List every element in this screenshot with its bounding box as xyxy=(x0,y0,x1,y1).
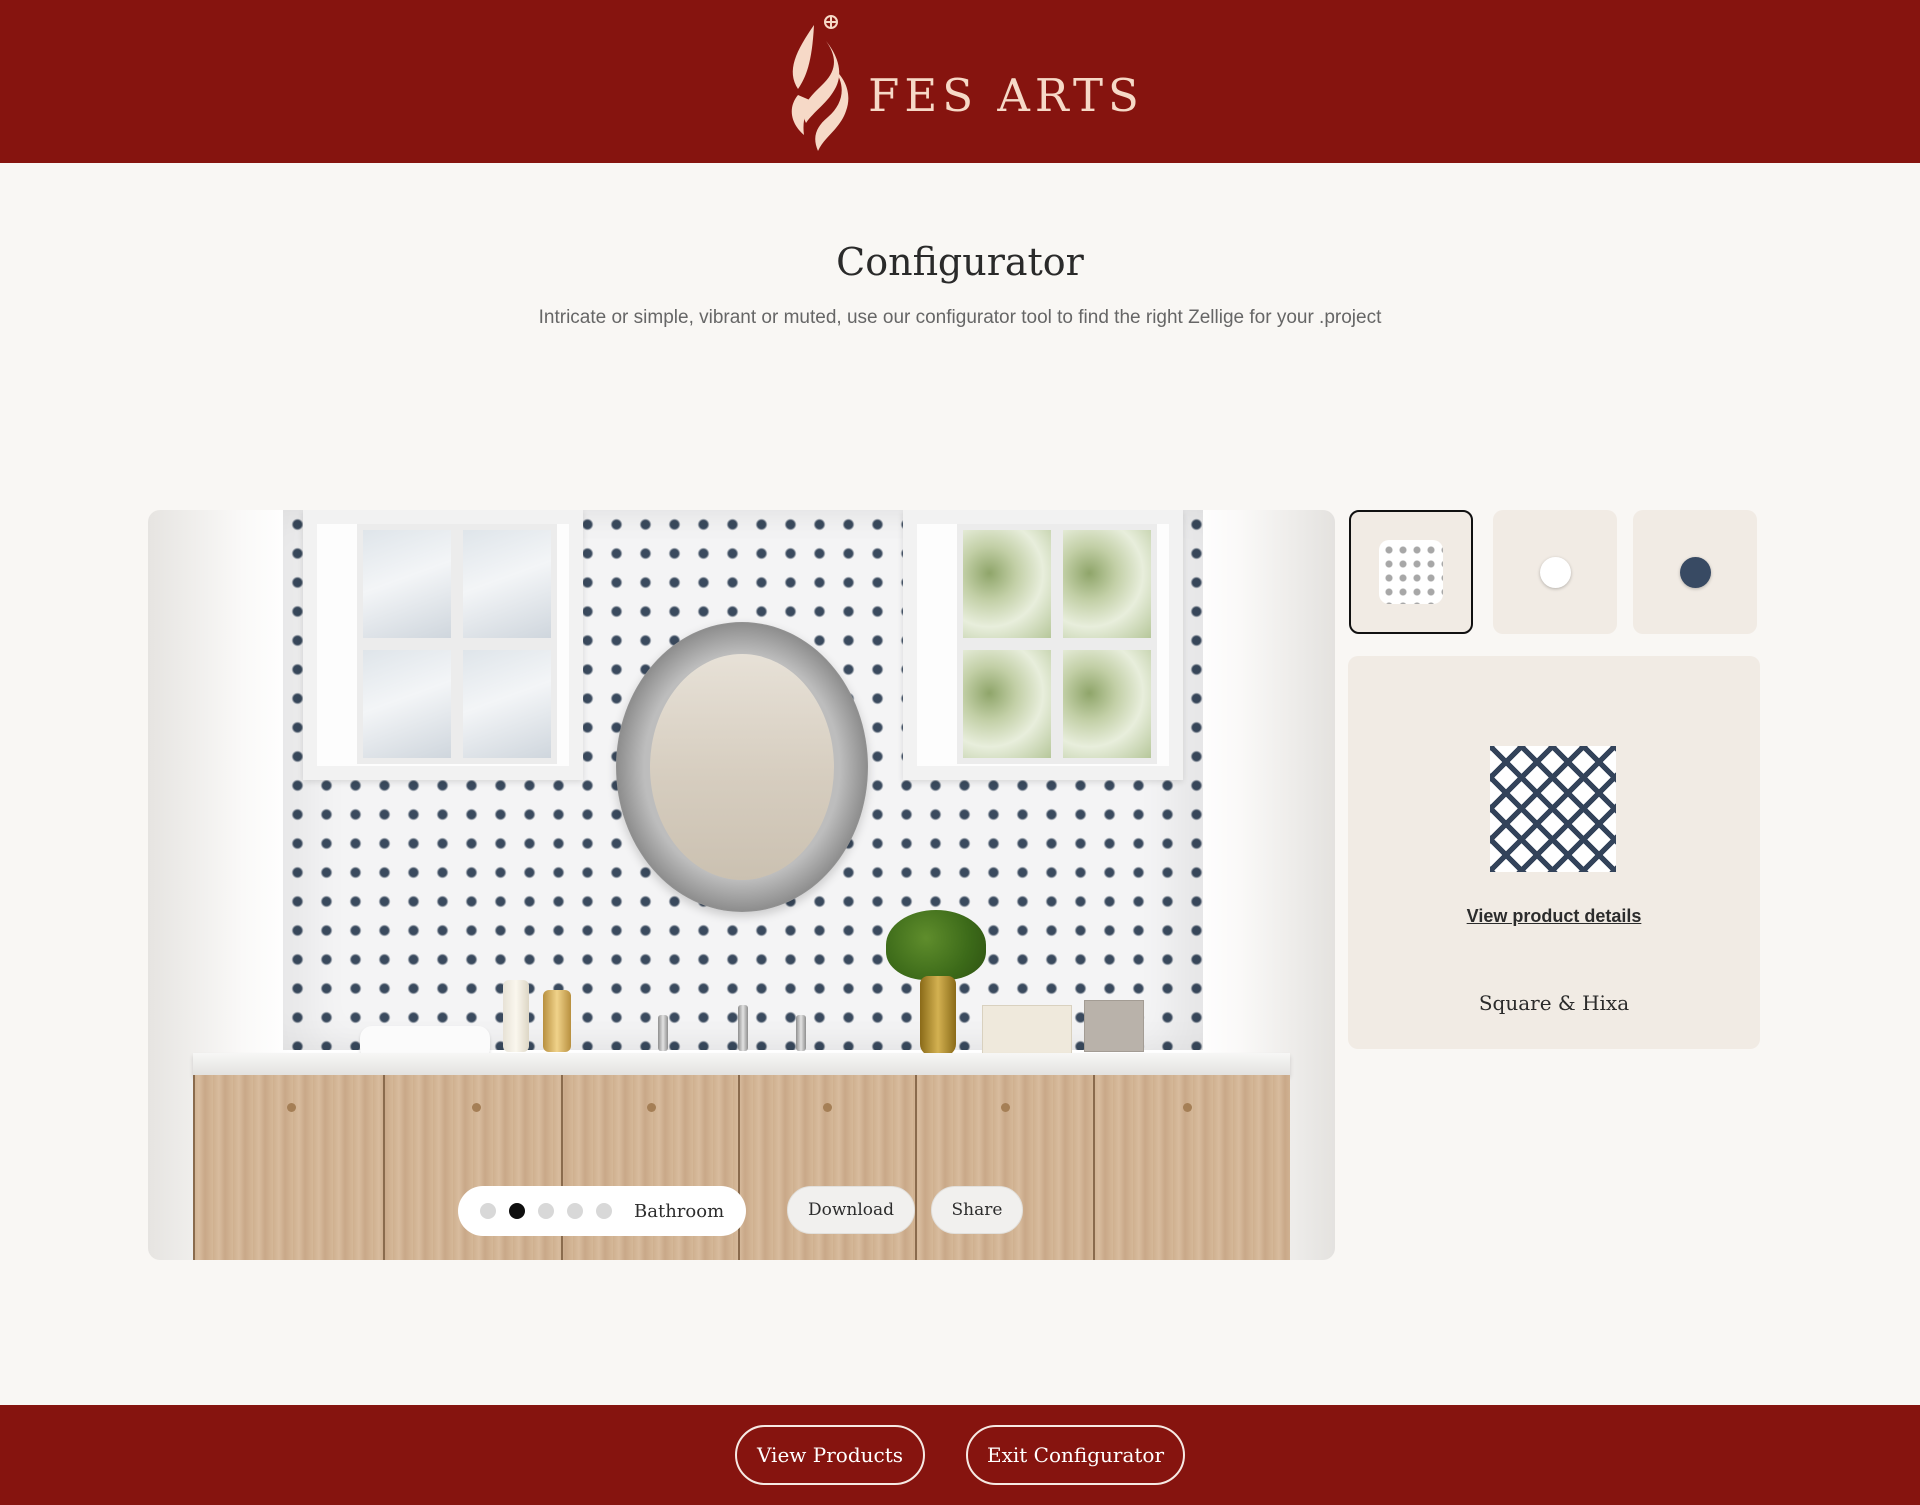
navy-color-dot xyxy=(1679,556,1711,588)
site-header: FES ARTS xyxy=(0,0,1920,163)
product-name: Square & Hixa xyxy=(1478,991,1630,1015)
scene-label: Bathroom xyxy=(634,1200,725,1222)
footer-action-bar: View Products Exit Configurator xyxy=(0,1405,1920,1505)
wood-vanity xyxy=(193,1075,1290,1260)
scene-dot-3[interactable] xyxy=(538,1203,554,1219)
window-left xyxy=(303,510,583,780)
potted-plant xyxy=(886,910,986,980)
view-product-details-link[interactable]: View product details xyxy=(1348,906,1760,927)
scene-dot-2[interactable] xyxy=(509,1203,525,1219)
oil-bottle xyxy=(543,990,571,1052)
faucet-spout xyxy=(738,1005,748,1051)
faucet-handle-left xyxy=(658,1015,668,1051)
download-button[interactable]: Download xyxy=(787,1186,915,1234)
product-tile-image xyxy=(1490,746,1616,872)
swatch-color-white[interactable] xyxy=(1493,510,1617,634)
scene-dot-4[interactable] xyxy=(567,1203,583,1219)
swatch-pattern[interactable] xyxy=(1349,510,1473,634)
brand-name: FES ARTS xyxy=(868,69,1144,122)
scene-dot-5[interactable] xyxy=(596,1203,612,1219)
view-products-button[interactable]: View Products xyxy=(735,1425,925,1485)
scene-dot-1[interactable] xyxy=(480,1203,496,1219)
page-title: Configurator xyxy=(836,240,1084,284)
white-color-dot xyxy=(1539,556,1571,588)
counter-top xyxy=(193,1053,1290,1075)
decor-box xyxy=(982,1005,1072,1055)
share-button[interactable]: Share xyxy=(931,1186,1023,1234)
soap-bottle xyxy=(503,980,529,1052)
brand-logo[interactable]: FES ARTS xyxy=(776,11,1144,153)
calligraphy-flame-logo-icon xyxy=(791,14,849,151)
pattern-thumbnail xyxy=(1379,540,1443,604)
exit-configurator-button[interactable]: Exit Configurator xyxy=(966,1425,1185,1485)
oval-mirror xyxy=(616,622,868,912)
page-description: Intricate or simple, vibrant or muted, u… xyxy=(538,307,1382,328)
decor-box-grey xyxy=(1084,1000,1144,1052)
swatch-color-navy[interactable] xyxy=(1633,510,1757,634)
room-preview: Bathroom Download Share xyxy=(148,510,1335,1260)
gold-vase xyxy=(920,976,956,1056)
product-detail-card: View product details Square & Hixa xyxy=(1348,656,1760,1049)
faucet-handle-right xyxy=(796,1015,806,1051)
scene-switcher: Bathroom xyxy=(458,1186,746,1236)
window-right xyxy=(903,510,1183,780)
